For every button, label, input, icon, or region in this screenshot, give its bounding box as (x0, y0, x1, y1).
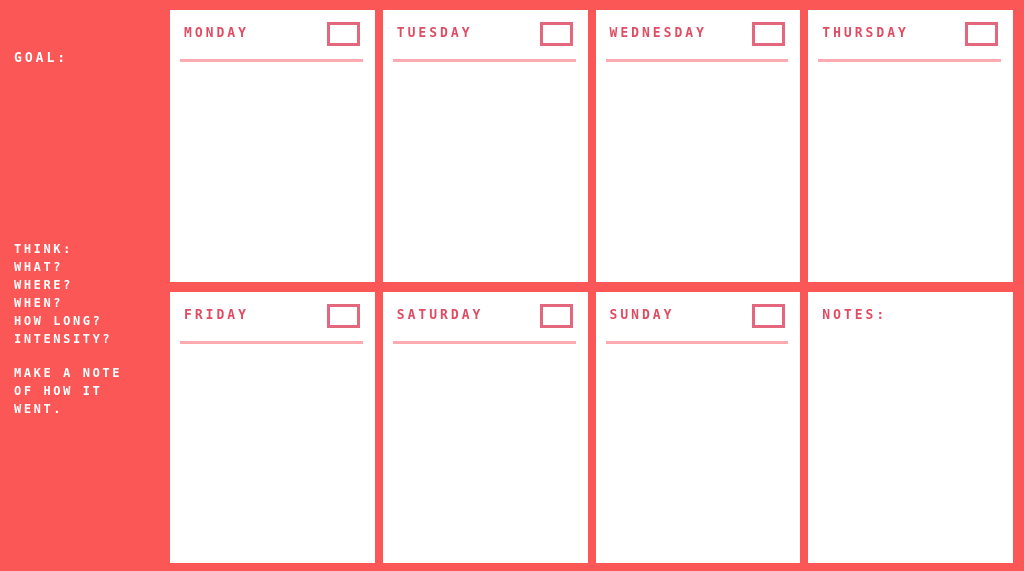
checkbox-icon[interactable] (752, 22, 786, 46)
card-title: MONDAY (184, 26, 249, 41)
sidebar: GOAL: THINK: WHAT? WHERE? WHEN? HOW LONG? INT… (0, 0, 169, 571)
title-underline (818, 59, 1001, 62)
title-underline (180, 340, 363, 344)
think-prompt-block: THINK: WHAT? WHERE? WHEN? HOW LONG? INTENSITY… (14, 240, 122, 418)
card-writing-area[interactable] (170, 64, 375, 282)
card-writing-area[interactable] (595, 345, 801, 563)
card-header: TUESDAY (383, 10, 588, 62)
card-header: WEDNESDAY (596, 10, 801, 62)
card-writing-area[interactable] (808, 345, 1013, 563)
card-writing-area[interactable] (170, 345, 375, 563)
think-line: HOW LONG? (14, 314, 103, 328)
card-title: TUESDAY (396, 26, 473, 41)
day-card-friday: FRIDAY (170, 291, 375, 563)
day-card-wednesday: WEDNESDAY (595, 10, 801, 282)
checkbox-icon[interactable] (539, 22, 573, 46)
card-header: MONDAY (170, 10, 375, 62)
weekly-planner: GOAL: THINK: WHAT? WHERE? WHEN? HOW LONG? INT… (0, 0, 1024, 571)
title-underline (605, 59, 789, 62)
card-title: FRIDAY (184, 307, 249, 323)
think-line: WHEN? (14, 296, 64, 310)
checkbox-icon[interactable] (965, 22, 998, 46)
day-card-saturday: SATURDAY (382, 291, 588, 563)
card-writing-area[interactable] (595, 64, 801, 282)
card-writing-area[interactable] (808, 64, 1013, 282)
checkbox-icon[interactable] (326, 303, 360, 328)
checkbox-icon[interactable] (752, 303, 786, 328)
card-writing-area[interactable] (382, 345, 588, 563)
card-header: SATURDAY (383, 292, 588, 344)
card-title: SUNDAY (609, 307, 675, 323)
card-title: NOTES: (822, 307, 888, 323)
think-line: WHERE? (14, 278, 73, 292)
note-line: MAKE A NOTE (14, 366, 123, 380)
card-title: SATURDAY (396, 307, 484, 323)
card-title: WEDNESDAY (609, 26, 707, 41)
card-writing-area[interactable] (382, 64, 588, 282)
prompt-spacer (14, 348, 122, 364)
think-line: INTENSITY? (14, 332, 113, 346)
title-underline (392, 340, 576, 344)
think-line: WHAT? (14, 260, 64, 274)
title-underline (392, 59, 576, 62)
goal-label: GOAL: (14, 51, 69, 66)
note-line: WENT. (14, 402, 64, 416)
day-card-sunday: SUNDAY (595, 291, 801, 563)
title-underline (605, 340, 789, 344)
card-header: THURSDAY (808, 10, 1013, 62)
think-lines: THINK: WHAT? WHERE? WHEN? HOW LONG? INTENSITY… (14, 240, 122, 348)
day-card-notes: NOTES: (808, 291, 1013, 563)
note-line: OF HOW IT (14, 384, 103, 398)
card-header: SUNDAY (596, 292, 801, 344)
card-header: NOTES: (808, 292, 1013, 338)
card-title: THURSDAY (822, 26, 909, 41)
checkbox-icon[interactable] (326, 22, 360, 46)
card-grid: MONDAY TUESDAY WEDNESDAY THURSDAY FRIDAY SATU… (170, 10, 1013, 563)
title-underline (180, 59, 363, 62)
day-card-tuesday: TUESDAY (382, 10, 588, 282)
checkbox-icon[interactable] (539, 303, 573, 328)
think-line: THINK: (14, 242, 73, 256)
card-header: FRIDAY (170, 292, 375, 344)
day-card-thursday: THURSDAY (808, 10, 1013, 282)
day-card-monday: MONDAY (170, 10, 375, 282)
make-a-note-lines: MAKE A NOTE OF HOW IT WENT. (14, 364, 122, 418)
